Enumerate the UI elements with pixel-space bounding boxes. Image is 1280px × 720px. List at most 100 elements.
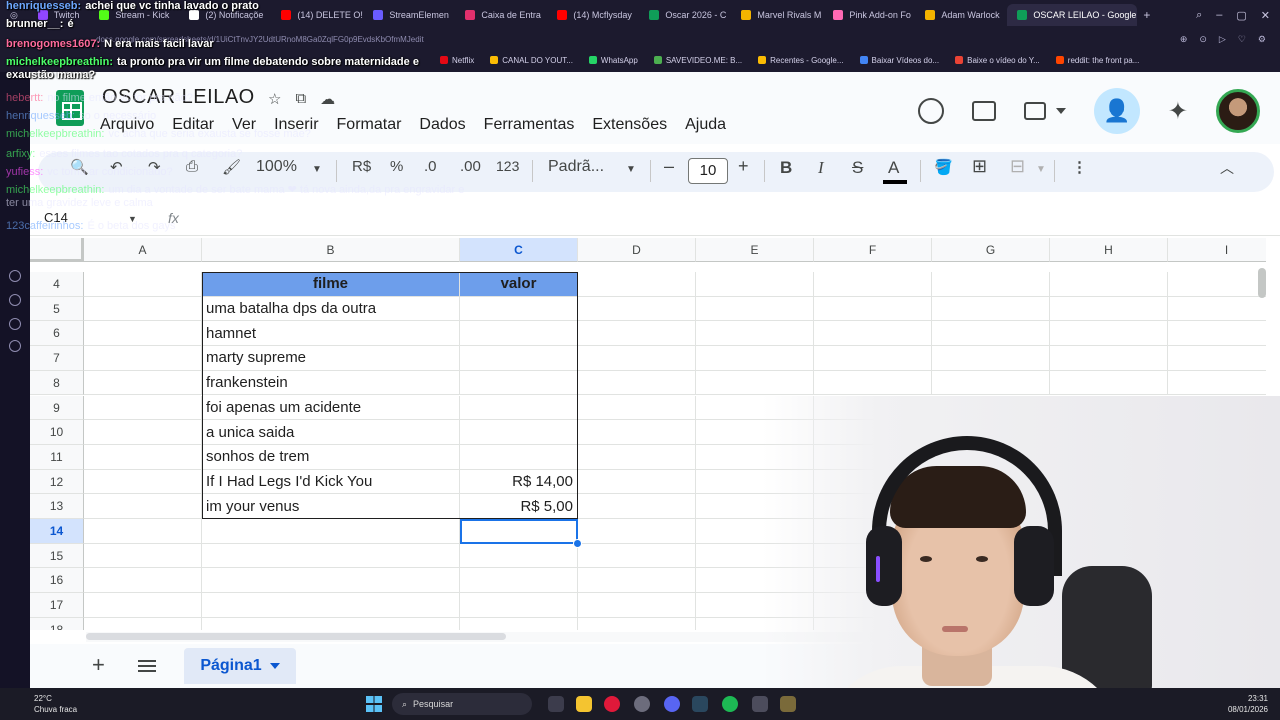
document-title[interactable]: OSCAR LEILAO <box>102 86 255 109</box>
close-icon[interactable]: ✕ <box>1261 9 1270 22</box>
cell[interactable] <box>202 519 460 544</box>
add-sheet-button[interactable]: + <box>92 654 105 676</box>
currency-format-button[interactable]: R$ <box>352 158 371 175</box>
clock-icon[interactable] <box>9 340 21 352</box>
cell[interactable] <box>578 593 696 618</box>
cell[interactable] <box>202 543 460 569</box>
cell[interactable] <box>84 296 202 322</box>
menu-ferramentas[interactable]: Ferramentas <box>484 116 575 134</box>
row-header-7[interactable]: 7 <box>30 346 84 371</box>
file-explorer-icon[interactable] <box>576 696 592 712</box>
cell[interactable] <box>84 469 202 495</box>
movie-value-cell[interactable] <box>460 420 578 445</box>
cell[interactable] <box>578 568 696 594</box>
sheet-tab[interactable]: Página1 <box>184 648 296 684</box>
bookmark-item[interactable]: reddit: the front pa... <box>1055 56 1139 65</box>
cell[interactable] <box>696 321 814 347</box>
pin-icon[interactable]: ⊙ <box>1199 34 1207 45</box>
comments-icon[interactable] <box>971 101 996 121</box>
cell[interactable] <box>1050 296 1168 322</box>
cell[interactable] <box>1168 297 1266 322</box>
star-icon[interactable]: ☆ <box>268 90 281 108</box>
cell[interactable] <box>1168 272 1266 297</box>
movie-value-cell[interactable]: R$ 14,00 <box>460 469 578 495</box>
meet-button[interactable] <box>1023 100 1066 122</box>
cell[interactable] <box>1168 321 1266 347</box>
browser-menu-icon[interactable]: ◎ <box>0 4 28 26</box>
horizontal-scroll-thumb[interactable] <box>86 633 506 640</box>
bookmark-item[interactable]: Baixar Vídeos do... <box>859 56 939 65</box>
row-header-18[interactable]: 18 <box>30 617 84 630</box>
row-header-12[interactable]: 12 <box>30 469 84 495</box>
bookmark-item[interactable]: Netflix <box>440 56 474 65</box>
cell[interactable] <box>814 272 932 297</box>
percent-format-button[interactable]: % <box>390 158 403 175</box>
bookmark-item[interactable]: WhatsApp <box>588 56 638 65</box>
row-header-9[interactable]: 9 <box>30 395 84 421</box>
cell[interactable] <box>814 346 932 371</box>
version-history-icon[interactable] <box>917 98 944 124</box>
cell[interactable] <box>84 346 202 371</box>
maximize-icon[interactable]: ▢ <box>1236 9 1246 22</box>
menu-ver[interactable]: Ver <box>232 116 256 134</box>
cell[interactable] <box>84 543 202 569</box>
decrease-font-size-button[interactable]: – <box>664 156 674 177</box>
strikethrough-button[interactable]: S <box>852 158 863 178</box>
browser-tab[interactable]: (2) Notificaçõe <box>179 4 271 26</box>
cell[interactable] <box>578 370 696 396</box>
settings-icon[interactable]: ⚙ <box>1258 34 1266 45</box>
row-header-5[interactable]: 5 <box>30 296 84 322</box>
table-header-valor[interactable]: valor <box>460 272 578 297</box>
browser-tab[interactable]: Oscar 2026 - C <box>639 4 731 26</box>
heart-icon[interactable]: ♡ <box>1238 34 1246 45</box>
browser-tab[interactable]: (14) DELETE O! <box>271 4 363 26</box>
movie-value-cell[interactable] <box>460 395 578 421</box>
move-folder-icon[interactable]: ⧉ <box>295 90 306 108</box>
cell[interactable] <box>578 272 696 297</box>
steam-icon[interactable] <box>692 696 708 712</box>
column-header-d[interactable]: D <box>578 238 696 262</box>
cell[interactable] <box>84 519 202 544</box>
movie-value-cell[interactable] <box>460 321 578 347</box>
bookmark-item[interactable]: Recentes - Google... <box>758 56 844 65</box>
cell[interactable] <box>84 444 202 470</box>
row-header-4[interactable]: 4 <box>30 272 84 297</box>
browser-tab[interactable]: Marvel Rivals M <box>731 4 823 26</box>
cell[interactable] <box>202 617 460 630</box>
system-clock[interactable]: 23:31 08/01/2026 <box>1228 693 1268 715</box>
row-header-10[interactable]: 10 <box>30 420 84 445</box>
cell[interactable] <box>1050 272 1168 297</box>
menu-dados[interactable]: Dados <box>419 116 465 134</box>
minimize-icon[interactable]: – <box>1216 9 1222 22</box>
row-header-14[interactable]: 14 <box>30 519 84 544</box>
cell[interactable] <box>84 494 202 519</box>
cell[interactable] <box>578 420 696 445</box>
cell[interactable] <box>932 296 1050 322</box>
cell[interactable] <box>1050 321 1168 347</box>
cell[interactable] <box>932 346 1050 371</box>
name-box[interactable]: C14 <box>44 210 68 225</box>
cell[interactable] <box>578 519 696 544</box>
task-view-icon[interactable] <box>548 696 564 712</box>
chevron-down-icon[interactable] <box>269 663 280 669</box>
paint-format-icon[interactable]: 🖌 <box>222 158 241 176</box>
cell[interactable] <box>84 593 202 618</box>
twitter-icon[interactable] <box>9 270 21 282</box>
browser-tab[interactable]: Pink Add-on Fo <box>823 4 915 26</box>
undo-icon[interactable]: ↶ <box>110 158 123 176</box>
app-icon[interactable] <box>752 696 768 712</box>
avatar[interactable] <box>1216 89 1260 133</box>
gemini-icon[interactable]: ✦ <box>1168 97 1188 126</box>
movie-title-cell[interactable]: im your venus <box>202 494 460 519</box>
sheets-logo-icon[interactable] <box>56 90 84 126</box>
column-header-b[interactable]: B <box>202 238 460 262</box>
cell[interactable] <box>578 321 696 347</box>
redo-icon[interactable]: ↷ <box>148 158 161 176</box>
cell[interactable] <box>932 321 1050 347</box>
new-tab-icon[interactable]: + <box>1137 8 1156 22</box>
instagram-icon[interactable] <box>9 294 21 306</box>
cell[interactable] <box>696 272 814 297</box>
movie-value-cell[interactable] <box>460 444 578 470</box>
cell[interactable] <box>578 346 696 371</box>
cell[interactable] <box>578 469 696 495</box>
